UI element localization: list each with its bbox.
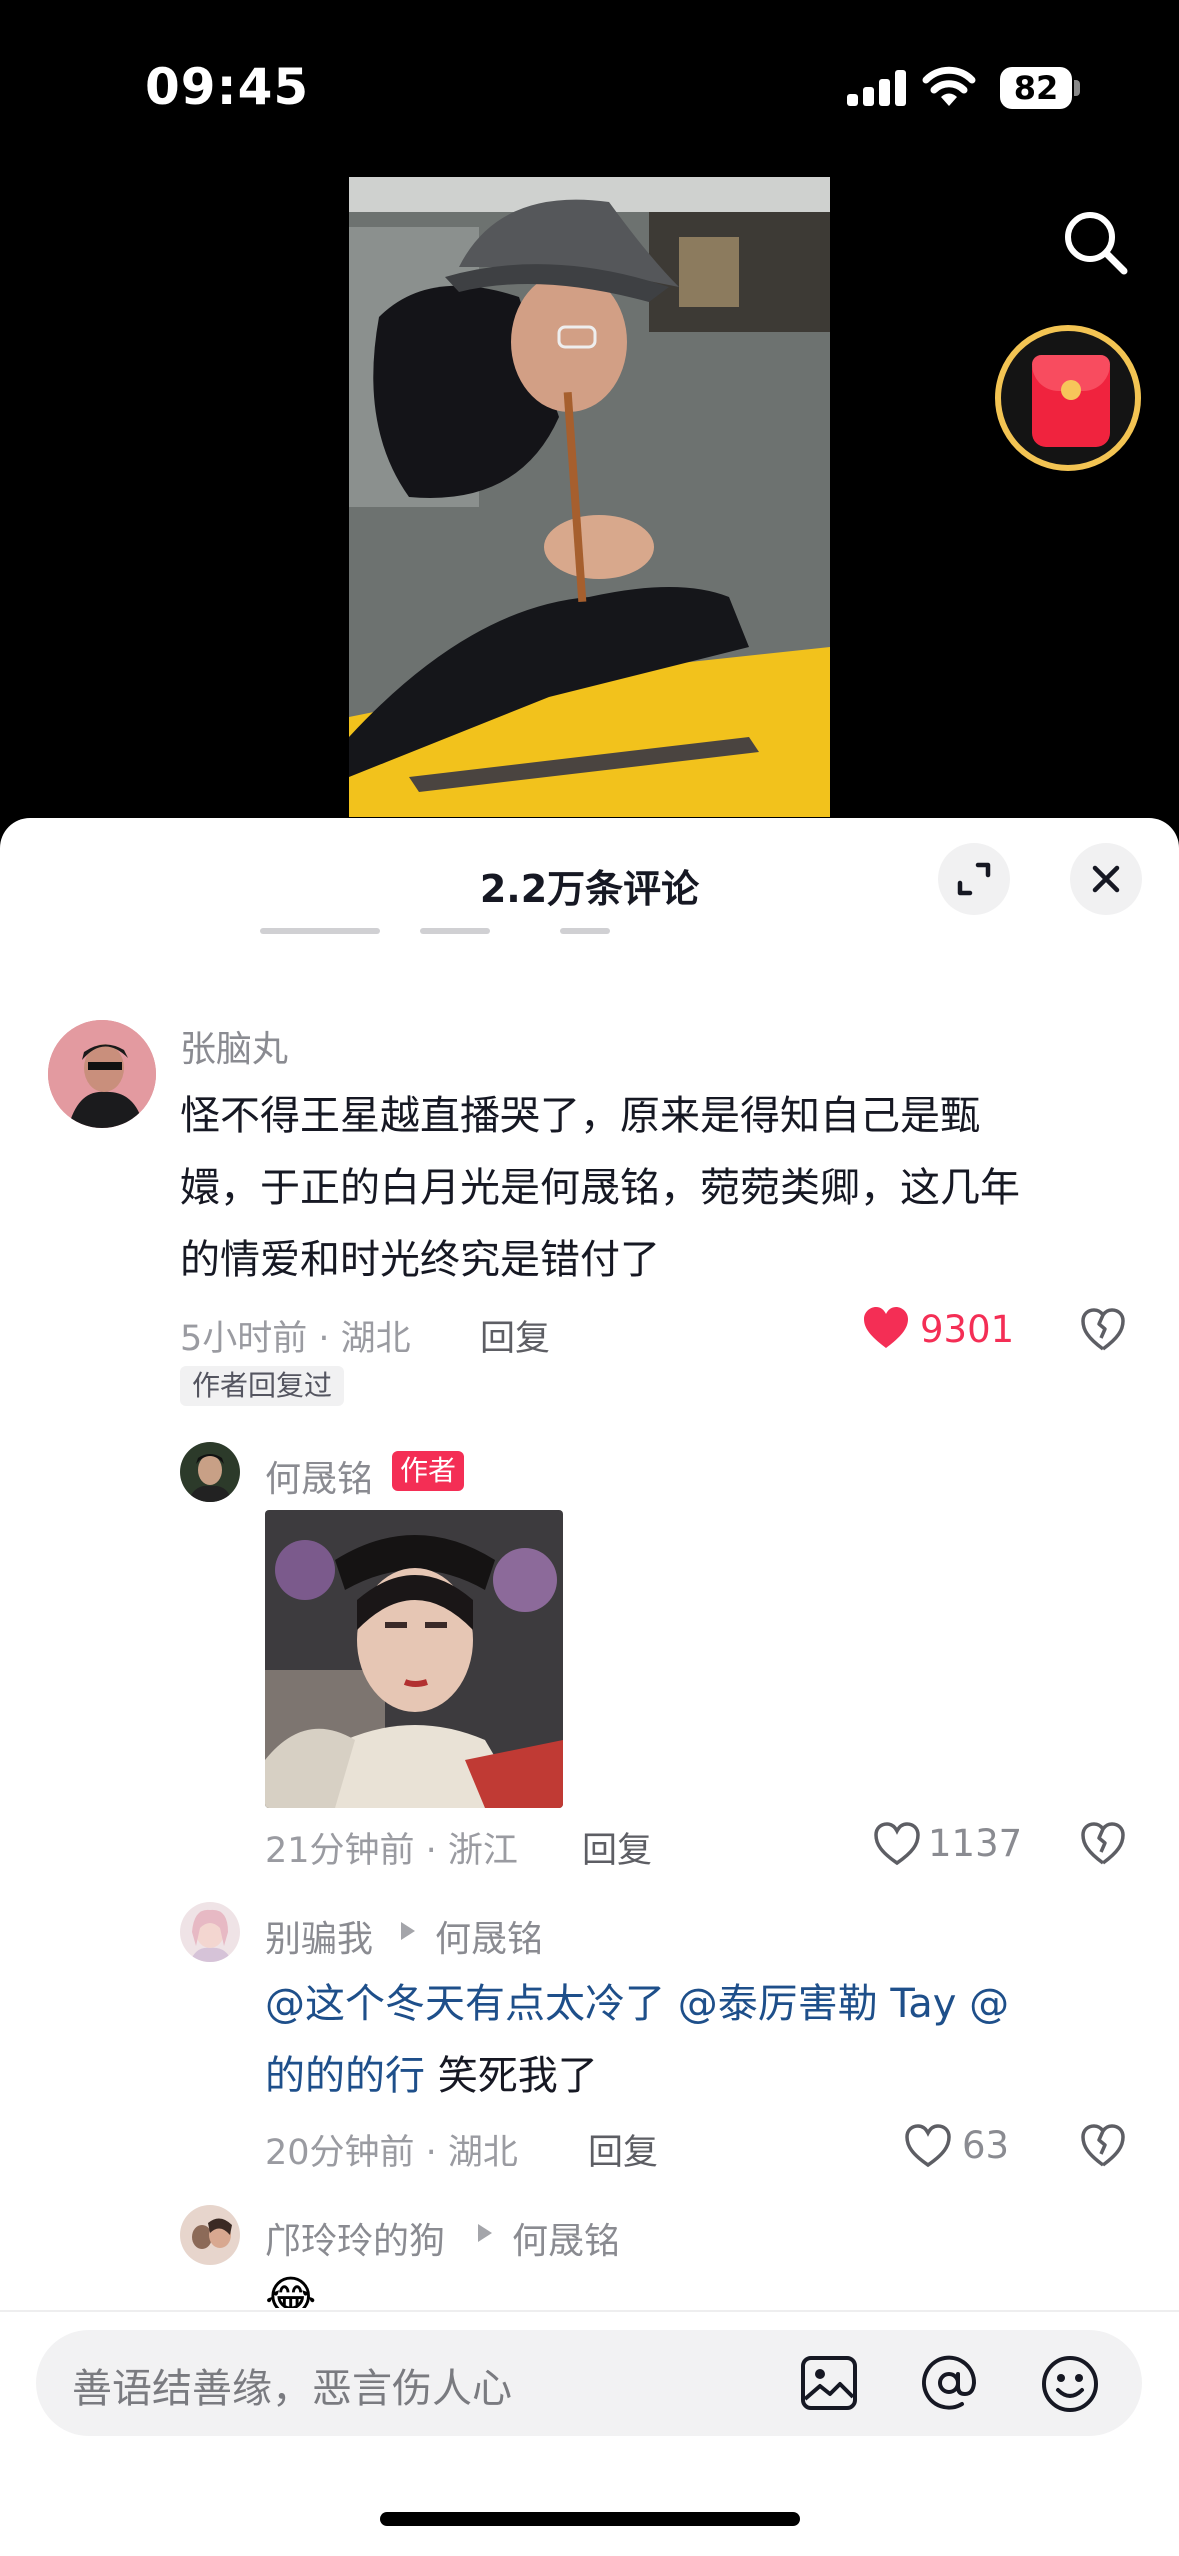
author-tag: 作者 <box>392 1451 465 1491</box>
expand-button[interactable] <box>938 843 1010 915</box>
mention-link[interactable]: @这个冬天有点太冷了 @泰厉害勒 Tay @ <box>265 1981 1009 2027</box>
reply-username[interactable]: 别骗我 <box>265 1910 373 1962</box>
comment-input-placeholder: 善语结善缘，恶言伤人心 <box>72 2366 512 2412</box>
comment-text-line: 怪不得王星越直播哭了，原来是得知自己是甄 <box>180 1093 980 1139</box>
reply-button[interactable]: 回复 <box>582 1822 652 1873</box>
dislike-button[interactable] <box>1080 1822 1126 1870</box>
search-icon[interactable] <box>1060 207 1130 281</box>
emoji-icon[interactable] <box>1040 2354 1100 2418</box>
author-replied-badge: 作者回复过 <box>180 1366 345 1406</box>
mention-link[interactable]: 的的的行 <box>265 2053 425 2099</box>
image-icon[interactable] <box>800 2355 858 2415</box>
reply-meta: 20分钟前 · 湖北 <box>265 2133 518 2173</box>
reply-arrow-icon <box>475 2222 495 2248</box>
dislike-icon <box>1081 1822 1125 1865</box>
avatar[interactable] <box>180 1902 240 1962</box>
signal-icon <box>847 70 907 106</box>
dislike-icon <box>1081 1308 1125 1351</box>
cutoff-text-fragment <box>260 928 620 938</box>
like-count: 9301 <box>920 1308 1015 1351</box>
reply-target-username[interactable]: 何晟铭 <box>512 2212 620 2264</box>
heart-icon <box>905 2124 951 2168</box>
heart-icon <box>864 1307 908 1348</box>
reply-button[interactable]: 回复 <box>480 1310 550 1361</box>
reply-username[interactable]: 何晟铭 <box>265 1450 373 1502</box>
comment-username[interactable]: 张脑丸 <box>180 1020 288 1072</box>
dislike-icon <box>1081 2124 1125 2167</box>
battery-tip <box>1074 80 1080 96</box>
home-indicator[interactable] <box>380 2512 800 2526</box>
reply-arrow-icon <box>398 1920 418 1946</box>
reply-text: @这个冬天有点太冷了 @泰厉害勒 Tay @ 的的的行 笑死我了 <box>265 1968 1145 2112</box>
dislike-button[interactable] <box>1080 1308 1126 1356</box>
avatar[interactable] <box>48 1020 156 1128</box>
wifi-icon <box>922 64 976 112</box>
reply-target-username[interactable]: 何晟铭 <box>435 1910 543 1962</box>
video-frame[interactable] <box>349 177 830 817</box>
like-button[interactable] <box>904 2124 952 2172</box>
comment-text-line: 嬛，于正的白月光是何晟铭，菀菀类卿，这几年 <box>180 1165 1020 1211</box>
like-button[interactable] <box>862 1306 910 1354</box>
battery-icon: 82 <box>1000 67 1072 109</box>
avatar[interactable] <box>180 2205 240 2265</box>
dislike-button[interactable] <box>1080 2124 1126 2172</box>
reply-button[interactable]: 回复 <box>588 2124 658 2175</box>
like-button[interactable] <box>873 1822 921 1870</box>
close-icon <box>1092 865 1120 893</box>
reply-username[interactable]: 邝玲玲的狗 <box>265 2212 445 2264</box>
status-time: 09:45 <box>145 58 310 116</box>
like-count: 63 <box>962 2124 1010 2167</box>
red-packet-icon <box>1032 355 1110 447</box>
reply-meta: 21分钟前 · 浙江 <box>265 1831 518 1871</box>
reply-emoji: 😂 <box>265 2272 317 2308</box>
close-button[interactable] <box>1070 843 1142 915</box>
red-packet-coin <box>1061 380 1081 400</box>
comment-sheet <box>0 818 1179 2556</box>
comment-meta: 5小时前 · 湖北 <box>180 1319 411 1359</box>
heart-icon <box>874 1822 920 1866</box>
reply-image[interactable] <box>265 1510 563 1808</box>
comment-text: 怪不得王星越直播哭了，原来是得知自己是甄 嬛，于正的白月光是何晟铭，菀菀类卿，这… <box>180 1080 1120 1296</box>
avatar[interactable] <box>180 1442 240 1502</box>
reply-text-content: 笑死我了 <box>425 2053 598 2099</box>
expand-icon <box>957 862 991 896</box>
like-count: 1137 <box>928 1822 1023 1865</box>
comment-text-line: 的情爱和时光终究是错付了 <box>180 1237 660 1283</box>
at-icon[interactable] <box>918 2352 980 2418</box>
